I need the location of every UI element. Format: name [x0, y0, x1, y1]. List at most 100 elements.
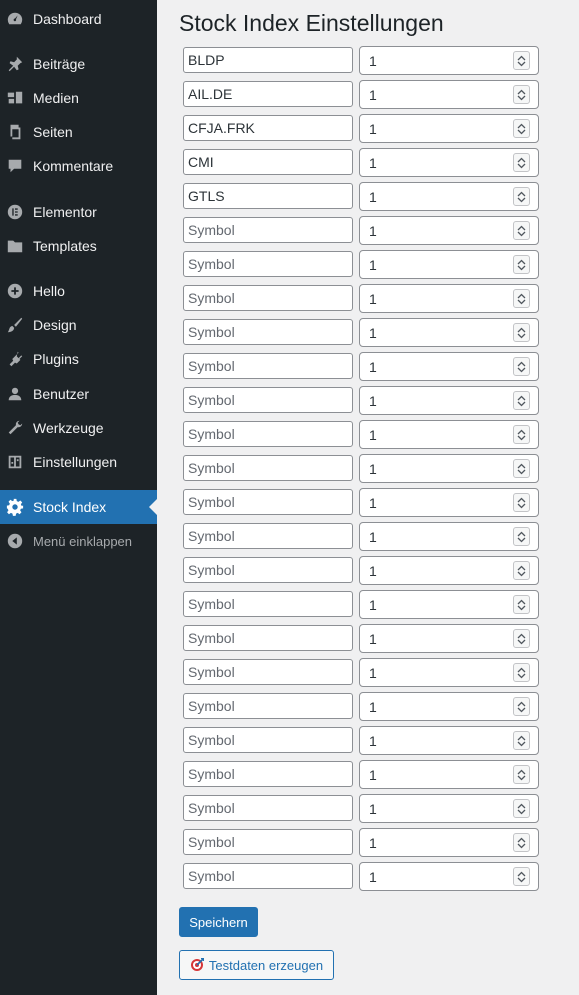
symbol-input[interactable] [183, 353, 353, 379]
spinner-arrows-icon[interactable] [513, 119, 530, 138]
weight-input[interactable]: 1 [359, 318, 539, 347]
weight-input[interactable]: 1 [359, 148, 539, 177]
spinner-arrows-icon[interactable] [513, 425, 530, 444]
spinner-arrows-icon[interactable] [513, 527, 530, 546]
symbol-input[interactable] [183, 285, 353, 311]
spinner-arrows-icon[interactable] [513, 765, 530, 784]
weight-input[interactable]: 1 [359, 216, 539, 245]
symbol-input[interactable] [183, 829, 353, 855]
symbol-input[interactable] [183, 387, 353, 413]
weight-input[interactable]: 1 [359, 658, 539, 687]
weight-input[interactable]: 1 [359, 386, 539, 415]
symbol-input[interactable] [183, 693, 353, 719]
spinner-arrows-icon[interactable] [513, 663, 530, 682]
weight-input[interactable]: 1 [359, 828, 539, 857]
symbol-input[interactable] [183, 795, 353, 821]
spinner-arrows-icon[interactable] [513, 153, 530, 172]
weight-input[interactable]: 1 [359, 114, 539, 143]
symbol-input[interactable] [183, 149, 353, 175]
symbol-input[interactable] [183, 47, 353, 73]
symbol-input[interactable] [183, 115, 353, 141]
sidebar-item[interactable]: Elementor [0, 195, 157, 229]
symbol-input[interactable] [183, 421, 353, 447]
stock-row: 1 [183, 624, 539, 658]
weight-input[interactable]: 1 [359, 182, 539, 211]
weight-input[interactable]: 1 [359, 250, 539, 279]
spinner-arrows-icon[interactable] [513, 731, 530, 750]
spinner-arrows-icon[interactable] [513, 561, 530, 580]
spinner-arrows-icon[interactable] [513, 221, 530, 240]
spinner-arrows-icon[interactable] [513, 493, 530, 512]
symbol-input[interactable] [183, 81, 353, 107]
symbol-input[interactable] [183, 659, 353, 685]
spinner-arrows-icon[interactable] [513, 867, 530, 886]
weight-input[interactable]: 1 [359, 556, 539, 585]
sidebar-item[interactable]: Design [0, 308, 157, 342]
spinner-arrows-icon[interactable] [513, 799, 530, 818]
weight-input[interactable]: 1 [359, 284, 539, 313]
sidebar-item[interactable]: Dashboard [0, 2, 157, 36]
sidebar-item[interactable]: Stock Index [0, 490, 157, 524]
spinner-arrows-icon[interactable] [513, 833, 530, 852]
symbol-input[interactable] [183, 557, 353, 583]
symbol-input[interactable] [183, 455, 353, 481]
symbol-input[interactable] [183, 319, 353, 345]
spinner-arrows-icon[interactable] [513, 595, 530, 614]
weight-input[interactable]: 1 [359, 794, 539, 823]
sidebar-item[interactable]: Plugins [0, 342, 157, 376]
sidebar-item[interactable]: Benutzer [0, 377, 157, 411]
sidebar-item[interactable]: Seiten [0, 115, 157, 149]
save-button[interactable]: Speichern [179, 907, 258, 937]
weight-input[interactable]: 1 [359, 624, 539, 653]
spinner-arrows-icon[interactable] [513, 289, 530, 308]
symbol-input[interactable] [183, 863, 353, 889]
symbol-input[interactable] [183, 761, 353, 787]
weight-input[interactable]: 1 [359, 726, 539, 755]
spinner-arrows-icon[interactable] [513, 85, 530, 104]
weight-input[interactable]: 1 [359, 80, 539, 109]
weight-value: 1 [369, 427, 377, 443]
spinner-arrows-icon[interactable] [513, 187, 530, 206]
stock-row: 1 [183, 726, 539, 760]
symbol-input[interactable] [183, 591, 353, 617]
collapse-menu-button[interactable]: Menü einklappen [0, 524, 157, 558]
weight-input[interactable]: 1 [359, 420, 539, 449]
weight-input[interactable]: 1 [359, 522, 539, 551]
sidebar-item[interactable]: Templates [0, 229, 157, 263]
sidebar-item[interactable]: Hello [0, 274, 157, 308]
weight-input[interactable]: 1 [359, 454, 539, 483]
sidebar-item[interactable]: Beiträge [0, 47, 157, 81]
sidebar-item[interactable]: Kommentare [0, 149, 157, 183]
spinner-arrows-icon[interactable] [513, 357, 530, 376]
weight-input[interactable]: 1 [359, 352, 539, 381]
sidebar-item[interactable]: Einstellungen [0, 445, 157, 479]
spinner-arrows-icon[interactable] [513, 51, 530, 70]
sidebar-item[interactable]: Medien [0, 81, 157, 115]
spinner-arrows-icon[interactable] [513, 629, 530, 648]
weight-input[interactable]: 1 [359, 760, 539, 789]
symbol-input[interactable] [183, 217, 353, 243]
weight-input[interactable]: 1 [359, 488, 539, 517]
spinner-arrows-icon[interactable] [513, 391, 530, 410]
stock-row: 1 [183, 352, 539, 386]
weight-value: 1 [369, 597, 377, 613]
weight-input[interactable]: 1 [359, 46, 539, 75]
symbol-input[interactable] [183, 489, 353, 515]
spinner-arrows-icon[interactable] [513, 323, 530, 342]
stock-row: 1 [183, 386, 539, 420]
generate-testdata-button[interactable]: Testdaten erzeugen [179, 950, 334, 980]
admin-sidebar: Dashboard Beiträge Medien Seiten Kommentare E… [0, 0, 157, 995]
symbol-input[interactable] [183, 251, 353, 277]
weight-input[interactable]: 1 [359, 590, 539, 619]
sidebar-item-label: Kommentare [33, 158, 114, 174]
symbol-input[interactable] [183, 523, 353, 549]
spinner-arrows-icon[interactable] [513, 255, 530, 274]
symbol-input[interactable] [183, 183, 353, 209]
weight-input[interactable]: 1 [359, 692, 539, 721]
sidebar-item[interactable]: Werkzeuge [0, 411, 157, 445]
spinner-arrows-icon[interactable] [513, 459, 530, 478]
symbol-input[interactable] [183, 727, 353, 753]
spinner-arrows-icon[interactable] [513, 697, 530, 716]
symbol-input[interactable] [183, 625, 353, 651]
weight-input[interactable]: 1 [359, 862, 539, 891]
